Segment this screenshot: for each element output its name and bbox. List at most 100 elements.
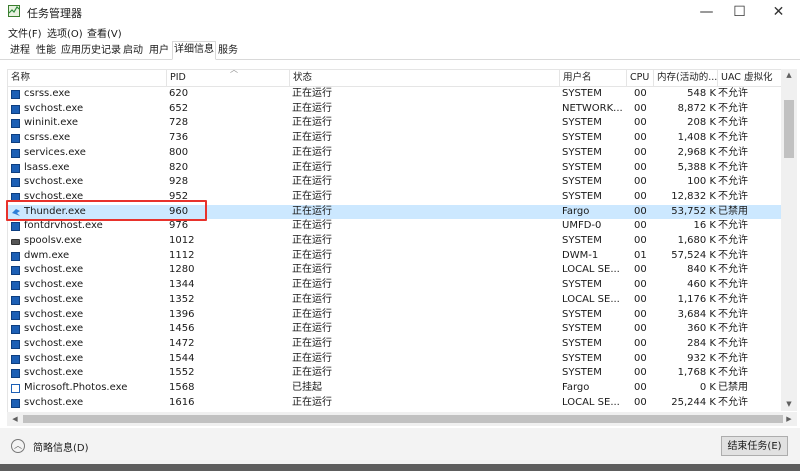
printer-icon [11,239,20,245]
horizontal-scrollbar[interactable]: ◀ ▶ [7,412,797,426]
column-uac[interactable]: UAC 虚拟化 [717,70,782,86]
cell-status: 正在运行 [292,205,332,217]
tab-users[interactable]: 用户 [148,43,170,59]
cell-uac: 不允许 [718,308,748,320]
tab-app-history[interactable]: 应用历史记录 [60,43,122,59]
cell-user: UMFD-0 [562,220,602,232]
scroll-left-icon[interactable]: ◀ [7,415,23,423]
cell-name: csrss.exe [24,88,71,99]
window-title: 任务管理器 [27,7,82,20]
cell-mem: 1,680 K [677,235,716,246]
table-row[interactable]: wininit.exe 728 正在运行 SYSTEM 00 208 K 不允许 [8,116,782,131]
table-row[interactable]: svchost.exe 1616 正在运行 LOCAL SE... 00 25,244 K… [8,396,782,411]
scroll-down-icon[interactable]: ▼ [781,400,797,408]
cell-cpu: 00 [634,323,647,335]
cell-mem: 5,388 K [677,161,716,173]
minimize-button[interactable]: — [688,0,725,24]
column-name[interactable]: 名称 [8,70,166,86]
table-row[interactable]: spoolsv.exe 1012 正在运行 SYSTEM 00 1,680 K 不允许 [8,234,782,249]
cell-pid: 1012 [169,235,195,246]
cell-uac: 不允许 [718,293,748,305]
cell-status: 正在运行 [292,220,332,232]
table-row[interactable]: svchost.exe 652 正在运行 NETWORK... 00 8,872 K 不允许 [8,102,782,117]
maximize-button[interactable]: ☐ [721,0,758,24]
table-row[interactable]: csrss.exe 736 正在运行 SYSTEM 00 1,408 K 不允许 [8,131,782,146]
scroll-up-icon[interactable]: ▲ [781,71,797,79]
table-row[interactable]: svchost.exe 1552 正在运行 SYSTEM 00 1,768 K 不允许 [8,366,782,381]
cell-cpu: 00 [634,235,647,246]
cell-user: SYSTEM [562,279,602,291]
cell-pid: 728 [169,117,189,129]
cell-uac: 不允许 [718,132,748,144]
tab-details[interactable]: 详细信息 [172,41,216,60]
tab-startup[interactable]: 启动 [122,43,144,59]
chevron-up-icon[interactable]: ︿ [11,439,25,453]
table-row[interactable]: Microsoft.Photos.exe 1568 已挂起 Fargo 00 0 K 已禁用 [8,381,782,396]
process-icon [11,339,20,349]
cell-user: SYSTEM [562,235,602,246]
cell-user: SYSTEM [562,176,602,188]
cell-uac: 不允许 [718,279,748,291]
table-row[interactable]: svchost.exe 1472 正在运行 SYSTEM 00 284 K 不允许 [8,337,782,352]
vertical-scroll-thumb[interactable] [784,100,794,158]
tab-processes[interactable]: 进程 [9,43,31,59]
cell-name: svchost.exe [24,323,84,335]
cell-cpu: 00 [634,279,647,291]
table-row[interactable]: svchost.exe 928 正在运行 SYSTEM 00 100 K 不允许 [8,175,782,190]
table-row[interactable]: fontdrvhost.exe 976 正在运行 UMFD-0 00 16 K 不允许 [8,219,782,234]
table-row[interactable]: svchost.exe 1456 正在运行 SYSTEM 00 360 K 不允许 [8,322,782,337]
column-memory[interactable]: 内存(活动的... [653,70,717,86]
fewer-details-link[interactable]: 简略信息(D) [33,439,89,454]
cell-user: SYSTEM [562,323,602,335]
close-button[interactable]: ✕ [760,0,797,24]
cell-user: SYSTEM [562,132,602,144]
menu-options[interactable]: 选项(O) [47,25,83,40]
cell-cpu: 00 [634,367,647,379]
table-row[interactable]: svchost.exe 1352 正在运行 LOCAL SE... 00 1,176 K不… [8,293,782,308]
cell-name: lsass.exe [24,161,70,173]
column-cpu[interactable]: CPU [626,70,653,86]
cell-name: svchost.exe [24,352,84,364]
cell-name: services.exe [24,146,86,158]
cell-status: 正在运行 [292,249,332,261]
table-row[interactable]: svchost.exe 1280 正在运行 LOCAL SE... 00 840 K 不允许 [8,263,782,278]
end-task-button[interactable]: 结束任务(E) [721,436,788,456]
table-row[interactable]: svchost.exe 1344 正在运行 SYSTEM 00 460 K 不允许 [8,278,782,293]
cell-name: dwm.exe [24,249,70,261]
column-status[interactable]: 状态 [289,70,559,86]
menu-view[interactable]: 查看(V) [87,25,122,40]
vertical-scrollbar[interactable]: ▲ ▼ [781,69,797,411]
cell-name: svchost.exe [24,293,84,305]
cell-user: SYSTEM [562,367,602,379]
menu-file[interactable]: 文件(F) [8,25,42,40]
column-username[interactable]: 用户名 [559,70,626,86]
tab-performance[interactable]: 性能 [35,43,57,59]
cell-uac: 不允许 [718,117,748,129]
cell-user: SYSTEM [562,352,602,364]
cell-status: 正在运行 [292,337,332,349]
cell-cpu: 00 [634,396,647,408]
cell-status: 正在运行 [292,323,332,335]
table-row[interactable]: dwm.exe 1112 正在运行 DWM-1 01 57,524 K 不允许 [8,249,782,264]
horizontal-scroll-thumb[interactable] [23,415,783,423]
cell-status: 正在运行 [292,308,332,320]
process-icon [11,251,20,261]
column-pid[interactable]: PID [166,70,289,86]
cell-cpu: 00 [634,337,647,349]
tab-services[interactable]: 服务 [217,43,239,59]
tab-strip: 进程 性能 应用历史记录 启动 用户 详细信息 服务 [0,41,800,60]
table-row[interactable]: lsass.exe 820 正在运行 SYSTEM 00 5,388 K 不允许 [8,161,782,176]
cell-uac: 不允许 [718,367,748,379]
cell-status: 正在运行 [292,161,332,173]
cell-mem: 460 K [687,279,716,291]
scroll-right-icon[interactable]: ▶ [781,415,797,423]
cell-mem: 16 K [693,220,716,232]
table-row[interactable]: svchost.exe 1396 正在运行 SYSTEM 00 3,684 K 不允许 [8,308,782,323]
table-row[interactable]: services.exe 800 正在运行 SYSTEM 00 2,968 K 不允许 [8,146,782,161]
table-row[interactable]: svchost.exe 1544 正在运行 SYSTEM 00 932 K 不允许 [8,352,782,367]
cell-cpu: 00 [634,382,647,393]
cell-name: svchost.exe [24,396,84,408]
cell-mem: 8,872 K [677,102,716,114]
table-row[interactable]: csrss.exe 620 正在运行 SYSTEM 00 548 K 不允许 [8,87,782,102]
cell-mem: 2,968 K [677,146,716,158]
